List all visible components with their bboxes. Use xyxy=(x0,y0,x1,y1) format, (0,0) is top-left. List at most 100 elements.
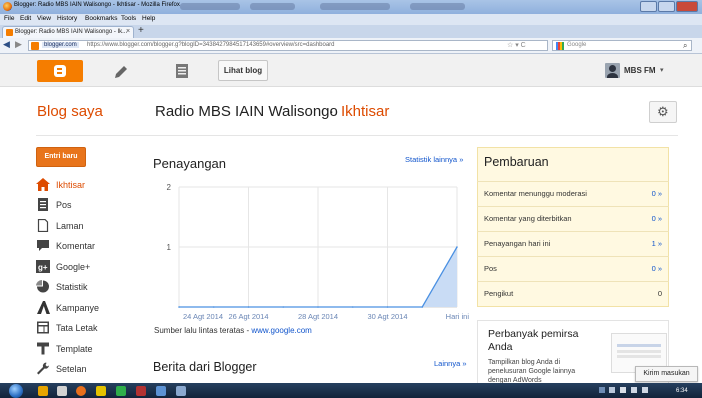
sidebar-item-layout[interactable]: Tata Letak xyxy=(36,321,146,337)
search-icon[interactable]: ⌕ xyxy=(683,41,687,51)
sidebar-item-label: Komentar xyxy=(56,241,96,251)
firefox-icon xyxy=(3,2,12,11)
data-point xyxy=(212,306,215,308)
firefox-taskbar-icon[interactable] xyxy=(76,386,86,396)
blogger-b-icon xyxy=(54,65,66,77)
sidebar-item-label: Ikhtisar xyxy=(56,180,86,190)
blog-title: Radio MBS IAIN Walisongo xyxy=(155,103,338,120)
update-row-label: Penayangan hari ini xyxy=(484,239,551,248)
sidebar-item-template[interactable]: Template xyxy=(36,342,146,358)
x-tick-label: 28 Agt 2014 xyxy=(298,312,338,321)
sidebar-item-posts[interactable]: Pos xyxy=(36,198,146,214)
navigation-bar: ◀ ▶ blogger.com https://www.blogger.com/… xyxy=(0,38,702,54)
tab-title: Blogger: Radio MBS IAIN Walisongo - Ik..… xyxy=(15,29,128,35)
page-title: Ikhtisar xyxy=(341,103,390,120)
sidebar-item-settings[interactable]: Setelan xyxy=(36,362,146,378)
address-bar[interactable]: blogger.com https://www.blogger.com/blog… xyxy=(28,40,548,51)
sidebar-item-campaign[interactable]: Kampanye xyxy=(36,301,146,317)
menu-view[interactable]: View xyxy=(37,15,51,22)
data-point xyxy=(317,306,319,308)
layout-icon xyxy=(37,321,49,334)
forward-arrow-icon[interactable]: ▶ xyxy=(15,39,22,50)
sidebar-item-label: Statistik xyxy=(56,282,88,292)
new-tab-button[interactable]: + xyxy=(138,26,144,36)
app-icon[interactable] xyxy=(176,386,186,396)
menu-help[interactable]: Help xyxy=(142,15,155,22)
update-row-followers: Pengikut 0 xyxy=(477,281,669,305)
update-row-value: 0 xyxy=(657,289,662,298)
update-row-label: Pengikut xyxy=(484,289,514,298)
app-icon[interactable] xyxy=(116,386,126,396)
bookmark-star-icon[interactable]: ☆ ▾ C xyxy=(507,41,526,49)
app-icon[interactable] xyxy=(156,386,166,396)
x-tick-label: 30 Agt 2014 xyxy=(367,312,407,321)
sidebar-item-stats[interactable]: Statistik xyxy=(36,280,146,296)
pageviews-chart: 12 24 Agt 2014 26 Agt 2014 28 Agt 2014 30 A… xyxy=(167,183,470,321)
more-stats-link[interactable]: Statistik lainnya » xyxy=(405,155,463,164)
update-row-link[interactable]: 1 » xyxy=(652,239,662,248)
new-post-button[interactable]: Entri baru xyxy=(36,147,86,167)
maximize-button[interactable] xyxy=(658,1,675,12)
sidebar-item-pages[interactable]: Laman xyxy=(36,219,146,235)
menu-tools[interactable]: Tools xyxy=(121,15,136,22)
header-divider xyxy=(36,135,678,136)
y-tick-label: 1 xyxy=(167,243,172,252)
browser-tab[interactable]: Blogger: Radio MBS IAIN Walisongo - Ik..… xyxy=(2,26,134,38)
view-blog-button[interactable]: Lihat blog xyxy=(218,60,268,81)
title-separator: · xyxy=(329,103,334,120)
avatar[interactable] xyxy=(605,63,620,78)
more-news-link[interactable]: Lainnya » xyxy=(434,359,467,368)
sidebar-item-label: Kampanye xyxy=(56,303,100,313)
menu-edit[interactable]: Edit xyxy=(20,15,31,22)
blogger-news-title: Berita dari Blogger xyxy=(153,360,257,374)
close-tab-icon[interactable]: × xyxy=(126,28,130,35)
update-row-link[interactable]: 0 » xyxy=(652,214,662,223)
promo-title: Perbanyak pemirsa Anda xyxy=(488,328,579,353)
minimize-button[interactable] xyxy=(640,1,657,12)
menu-history[interactable]: History xyxy=(57,15,77,22)
menu-file[interactable]: File xyxy=(4,15,14,22)
posts-list-icon[interactable] xyxy=(175,63,189,79)
update-row-link[interactable]: 0 » xyxy=(652,189,662,198)
update-row-posts: Pos 0 » xyxy=(477,256,669,280)
campaign-icon xyxy=(37,301,50,314)
sidebar-item-google-plus[interactable]: g+ Google+ xyxy=(36,260,146,276)
tab-bar: Blogger: Radio MBS IAIN Walisongo - Ik..… xyxy=(0,25,702,38)
updates-title: Pembaruan xyxy=(484,155,549,169)
update-row-label: Pos xyxy=(484,264,497,273)
search-placeholder: Google xyxy=(567,42,587,48)
folder-icon[interactable] xyxy=(96,386,106,396)
send-feedback-button[interactable]: Kirim masukan xyxy=(635,366,698,382)
explorer-icon[interactable] xyxy=(57,386,67,396)
user-name[interactable]: MBS FM xyxy=(624,66,656,75)
title-bar-blur xyxy=(410,3,465,10)
traffic-source-link[interactable]: www.google.com xyxy=(251,326,311,335)
page-icon xyxy=(37,219,49,232)
my-blogs-link[interactable]: Blog saya xyxy=(37,103,103,120)
settings-button[interactable]: ⚙ xyxy=(649,101,677,123)
blogger-logo-button[interactable] xyxy=(37,60,83,82)
data-point xyxy=(456,246,458,248)
search-bar[interactable]: Google ⌕ xyxy=(552,40,692,51)
app-icon[interactable] xyxy=(136,386,146,396)
traffic-source-label: Sumber lalu lintas teratas - xyxy=(154,326,252,335)
data-point xyxy=(178,306,180,308)
menu-bar: File Edit View History Bookmarks Tools H… xyxy=(0,14,702,25)
vlc-icon[interactable] xyxy=(38,386,48,396)
sidebar-item-comments[interactable]: Komentar xyxy=(36,239,146,255)
start-button[interactable] xyxy=(9,384,23,398)
data-point xyxy=(282,306,285,308)
google-search-engine-icon[interactable] xyxy=(556,42,564,50)
sidebar-item-overview[interactable]: Ikhtisar xyxy=(36,178,146,194)
close-window-button[interactable] xyxy=(676,1,698,12)
settings-wrench-icon xyxy=(37,362,49,375)
new-post-pencil-icon[interactable] xyxy=(113,64,129,80)
sidebar-item-label: Template xyxy=(56,344,93,354)
taskbar-clock: 6:34 xyxy=(676,388,688,394)
y-tick-label: 2 xyxy=(167,183,172,192)
back-arrow-icon[interactable]: ◀ xyxy=(3,39,10,50)
update-row-pending-comments: Komentar menunggu moderasi 0 » xyxy=(477,181,669,205)
menu-bookmarks[interactable]: Bookmarks xyxy=(85,15,118,22)
update-row-link[interactable]: 0 » xyxy=(652,264,662,273)
chevron-down-icon[interactable]: ▾ xyxy=(660,66,664,74)
